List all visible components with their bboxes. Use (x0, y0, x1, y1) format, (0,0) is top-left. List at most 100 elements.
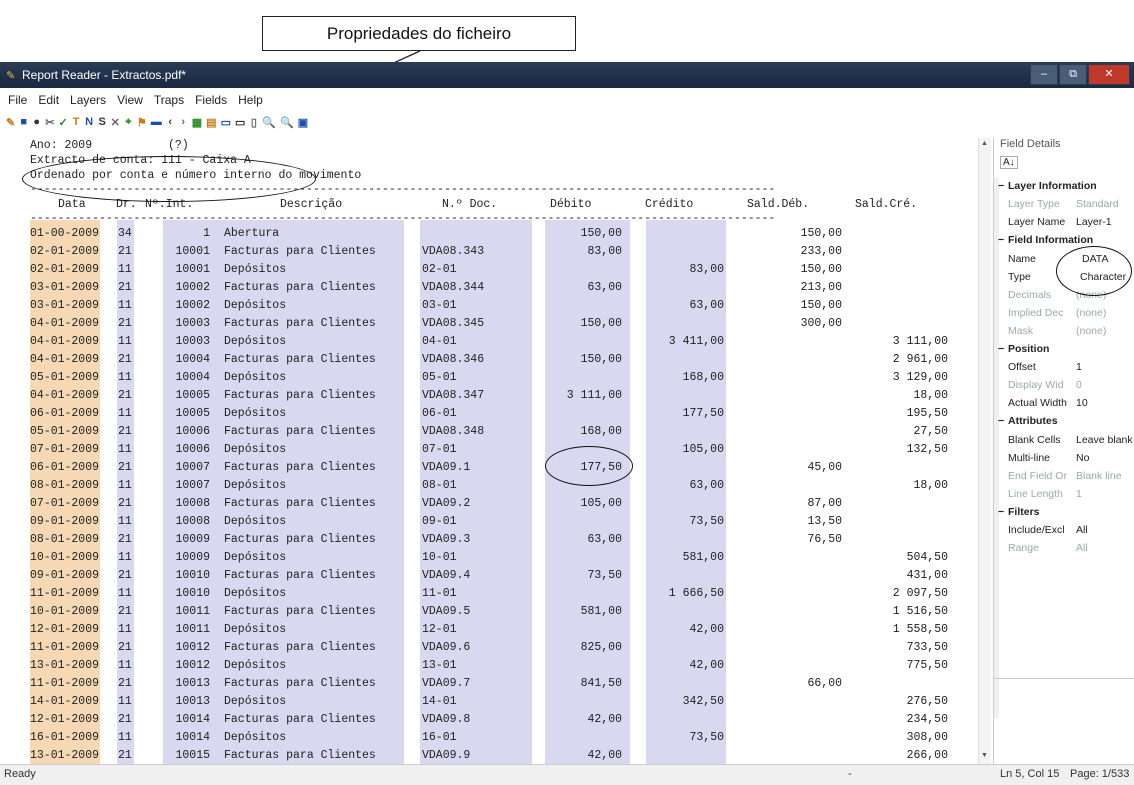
collapse-icon[interactable]: − (998, 343, 1004, 355)
collapse-icon[interactable]: − (998, 234, 1004, 246)
table-row[interactable]: 12-01-2009 11 10011 Depósitos 12-01 42,00 1 55… (30, 622, 970, 637)
row-nint: 10003 (175, 335, 210, 348)
table-row[interactable]: 10-01-2009 11 10009 Depósitos 10-01 581,00 504… (30, 550, 970, 565)
page-indicator: Page: 1/533 (1070, 768, 1130, 780)
layers-icon[interactable]: ▤ (206, 116, 216, 129)
table-row[interactable]: 03-01-2009 21 10002 Facturas para Clientes V… (30, 280, 970, 295)
mask-value[interactable]: (none) (1076, 325, 1106, 337)
table-row[interactable]: 11-01-2009 21 10012 Facturas para Clientes V… (30, 640, 970, 655)
minimize-button[interactable]: – (1030, 64, 1058, 85)
row-credit: 177,50 (682, 407, 724, 420)
filter-icon[interactable]: ⌖ (124, 116, 133, 129)
sort-alpha-icon[interactable]: A↓ (1000, 156, 1018, 169)
actual-width-value[interactable]: 10 (1076, 397, 1088, 409)
table-row[interactable]: 13-01-2009 11 10012 Depósitos 13-01 42,00 775,… (30, 658, 970, 673)
end-field-value[interactable]: Blank line (1076, 470, 1122, 482)
table-row[interactable]: 09-01-2009 21 10010 Facturas para Clientes V… (30, 568, 970, 583)
table-row[interactable]: 13-01-2009 21 10015 Facturas para Clientes V… (30, 748, 970, 763)
collapse-icon[interactable]: − (998, 506, 1004, 518)
name-value[interactable]: DATA (1082, 253, 1108, 265)
skip-icon[interactable]: S (98, 116, 107, 128)
implied-dec-value[interactable]: (none) (1076, 307, 1106, 319)
table-row[interactable]: 10-01-2009 21 10011 Facturas para Clientes V… (30, 604, 970, 619)
menu-view[interactable]: View (117, 93, 143, 107)
edit-icon[interactable]: ⚑ (137, 116, 147, 129)
table-row[interactable]: 04-01-2009 21 10005 Facturas para Clientes V… (30, 388, 970, 403)
table-row[interactable]: 16-01-2009 11 10014 Depósitos 16-01 73,50 308,… (30, 730, 970, 745)
zoom-in-icon[interactable]: ▯ (249, 116, 258, 129)
text-icon[interactable]: T (72, 116, 81, 128)
zoom-out-icon[interactable]: 🔍 (262, 116, 276, 129)
menu-edit[interactable]: Edit (38, 93, 59, 107)
table-row[interactable]: 02-01-2009 21 10001 Facturas para Clientes V… (30, 244, 970, 259)
table-row[interactable]: 08-01-2009 21 10009 Facturas para Clientes V… (30, 532, 970, 547)
close-button[interactable]: ✕ (1088, 64, 1130, 85)
table-row[interactable]: 11-01-2009 11 10010 Depósitos 11-01 1 666,50 2… (30, 586, 970, 601)
grid-icon[interactable]: ▭ (235, 116, 245, 129)
decimals-value[interactable]: (none) (1076, 289, 1106, 301)
scroll-down-icon[interactable]: ▼ (981, 752, 988, 759)
table-row[interactable]: 01-00-2009 34 1 Abertura 150,00 150,00 (30, 226, 970, 241)
numeric-icon[interactable]: N (85, 116, 94, 128)
type-value[interactable]: Character (1080, 271, 1126, 283)
new-icon[interactable]: ✎ (6, 116, 15, 129)
table-row[interactable]: 07-01-2009 21 10008 Facturas para Clientes V… (30, 496, 970, 511)
row-nint: 10010 (175, 569, 210, 582)
callout-label: Propriedades do ficheiro (326, 23, 512, 43)
menu-file[interactable]: File (8, 93, 27, 107)
table-row[interactable]: 09-01-2009 11 10008 Depósitos 09-01 73,50 13,5… (30, 514, 970, 529)
layer-name-value[interactable]: Layer-1 (1076, 216, 1112, 228)
open-icon[interactable]: ● (32, 116, 41, 128)
collapse-icon[interactable]: − (998, 415, 1004, 427)
save-icon[interactable]: ■ (19, 116, 28, 128)
table-row[interactable]: 06-01-2009 11 10005 Depósitos 06-01 177,50 195… (30, 406, 970, 421)
include-exclude-value[interactable]: All (1076, 524, 1088, 536)
table-row[interactable]: 12-01-2009 21 10014 Facturas para Clientes V… (30, 712, 970, 727)
window-icon[interactable]: ▣ (298, 116, 308, 129)
offset-value[interactable]: 1 (1076, 361, 1082, 373)
redo-icon[interactable]: › (179, 116, 188, 128)
table-row[interactable]: 04-01-2009 11 10003 Depósitos 04-01 3 411,00 3… (30, 334, 970, 349)
table-row[interactable]: 06-01-2009 21 10007 Facturas para Clientes V… (30, 460, 970, 475)
scroll-up-icon[interactable]: ▲ (981, 140, 988, 147)
table-row[interactable]: 05-01-2009 11 10004 Depósitos 05-01 168,00 3 1… (30, 370, 970, 385)
file-properties-icon[interactable]: ▦ (192, 116, 202, 129)
table-row[interactable]: 02-01-2009 11 10001 Depósitos 02-01 83,00 150,… (30, 262, 970, 277)
clear-icon[interactable]: ✕ (111, 116, 120, 129)
table-row[interactable]: 04-01-2009 21 10004 Facturas para Clientes V… (30, 352, 970, 367)
options-icon[interactable]: ▭ (221, 116, 231, 129)
layer-type-value[interactable]: Standard (1076, 198, 1119, 210)
row-nint: 10005 (175, 389, 210, 402)
menu-traps[interactable]: Traps (154, 93, 184, 107)
cut-icon[interactable]: ✂ (45, 116, 54, 129)
vertical-scrollbar[interactable]: ▲ ▼ (978, 138, 991, 764)
row-sald-deb: 233,00 (800, 245, 842, 258)
field-properties-icon[interactable]: ▬ (151, 116, 162, 128)
menu-help[interactable]: Help (238, 93, 263, 107)
table-row[interactable]: 04-01-2009 21 10003 Facturas para Clientes V… (30, 316, 970, 331)
blank-cells-value[interactable]: Leave blank (1076, 434, 1133, 446)
report-view[interactable]: Ano: 2009 (?) Extracto de conta: 111 - C… (0, 138, 975, 764)
table-row[interactable]: 03-01-2009 11 10002 Depósitos 03-01 63,00 150,… (30, 298, 970, 313)
display-width-value[interactable]: 0 (1076, 379, 1082, 391)
menu-fields[interactable]: Fields (195, 93, 227, 107)
check-icon[interactable]: ✓ (58, 116, 67, 129)
table-row[interactable]: 14-01-2009 11 10013 Depósitos 14-01 342,50 276… (30, 694, 970, 709)
multiline-value[interactable]: No (1076, 452, 1089, 464)
collapse-icon[interactable]: − (998, 180, 1004, 192)
col-header-credito: Crédito (645, 198, 694, 211)
row-dr: 21 (118, 677, 132, 690)
row-nint: 10004 (175, 353, 210, 366)
fit-icon[interactable]: 🔍 (280, 116, 294, 129)
line-length-value[interactable]: 1 (1076, 488, 1082, 500)
range-value[interactable]: All (1076, 542, 1088, 554)
table-row[interactable]: 08-01-2009 11 10007 Depósitos 08-01 63,00 18,0… (30, 478, 970, 493)
maximize-button[interactable]: ⧉ (1059, 64, 1087, 85)
undo-icon[interactable]: ‹ (166, 116, 175, 128)
table-row[interactable]: 05-01-2009 21 10006 Facturas para Clientes V… (30, 424, 970, 439)
table-row[interactable]: 11-01-2009 21 10013 Facturas para Clientes V… (30, 676, 970, 691)
menu-layers[interactable]: Layers (70, 93, 106, 107)
table-row[interactable]: 07-01-2009 11 10006 Depósitos 07-01 105,00 132… (30, 442, 970, 457)
row-credit: 1 666,50 (668, 587, 724, 600)
row-sald-deb: 76,50 (807, 533, 842, 546)
